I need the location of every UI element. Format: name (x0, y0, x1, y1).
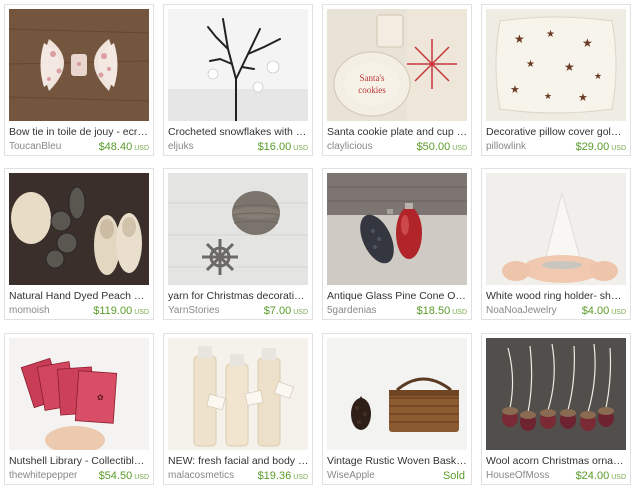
shop-name[interactable]: eljuks (168, 141, 194, 153)
listing-card[interactable]: White wood ring holder- shabby chic NoaN… (481, 168, 631, 320)
svg-text:★: ★ (514, 32, 525, 46)
svg-text:★: ★ (578, 92, 588, 104)
svg-text:★: ★ (510, 84, 520, 96)
listing-card[interactable]: Crocheted snowflakes with hanging branch… (163, 4, 313, 156)
shop-name[interactable]: pillowlink (486, 141, 526, 153)
listing-card[interactable]: NEW: fresh facial and body lotion set ma… (163, 333, 313, 485)
glass-ornaments-photo[interactable] (327, 173, 467, 285)
shop-name[interactable]: claylicious (327, 141, 373, 153)
lotion-bottles-photo[interactable] (168, 338, 308, 450)
snowflake-branch-photo[interactable] (168, 9, 308, 121)
listing-card[interactable]: Vintage Rustic Woven Basket with handle … (322, 333, 472, 485)
listing-price: $7.00 USD (263, 305, 308, 317)
shop-name[interactable]: YarnStories (168, 305, 220, 317)
listing-card[interactable]: Bow tie in toile de jouy - ecru and red … (4, 4, 154, 156)
wool-slippers-photo[interactable] (9, 173, 149, 285)
listing-card[interactable]: yarn for Christmas decorations linen Yar… (163, 168, 313, 320)
shop-name[interactable]: 5gardenias (327, 305, 376, 317)
listing-price: $19.36 USD (257, 470, 308, 482)
listing-price: $16.00 USD (257, 141, 308, 153)
listing-title[interactable]: Wool acorn Christmas ornaments set (486, 455, 627, 467)
listing-card[interactable]: ★ ★ ★ ★ ★ ★ ★ ★ ★ Decorative pillow cover gold… (481, 4, 631, 156)
svg-text:★: ★ (526, 59, 535, 70)
listing-card[interactable]: Wool acorn Christmas ornaments set House… (481, 333, 631, 485)
listing-title[interactable]: Santa cookie plate and cup set (327, 126, 468, 138)
cookie-plate-photo[interactable]: Santa's cookies (327, 9, 467, 121)
red-books-photo[interactable]: ✿ (9, 338, 149, 450)
shop-name[interactable]: momoish (9, 305, 50, 317)
shop-name[interactable]: HouseOfMoss (486, 470, 549, 482)
svg-text:★: ★ (546, 29, 555, 40)
listing-card[interactable]: ✿ Nutshell Library - Collectible red boo… (4, 333, 154, 485)
listing-price: Sold (442, 470, 465, 482)
listing-title[interactable]: Vintage Rustic Woven Basket with handle (327, 455, 468, 467)
listing-title[interactable]: Nutshell Library - Collectible red books (9, 455, 150, 467)
listing-price: $54.50 USD (98, 470, 149, 482)
svg-text:★: ★ (564, 60, 575, 74)
listing-title[interactable]: White wood ring holder- shabby chic (486, 290, 627, 302)
ring-holder-photo[interactable] (486, 173, 626, 285)
shop-name[interactable]: ToucanBleu (9, 141, 61, 153)
svg-text:✿: ✿ (97, 393, 104, 402)
listing-title[interactable]: Natural Hand Dyed Peach Wool Slippers (9, 290, 150, 302)
svg-text:★: ★ (582, 36, 593, 50)
shop-name[interactable]: WiseApple (327, 470, 375, 482)
listing-price: $48.40 USD (98, 141, 149, 153)
bow-tie-photo[interactable] (9, 9, 149, 121)
yarn-ball-photo[interactable] (168, 173, 308, 285)
svg-text:Santa's: Santa's (359, 73, 385, 83)
listing-card[interactable]: Santa's cookies Santa cookie plate and c… (322, 4, 472, 156)
woven-basket-photo[interactable] (327, 338, 467, 450)
shop-name[interactable]: malacosmetics (168, 470, 234, 482)
shop-name[interactable]: thewhitepepper (9, 470, 77, 482)
acorn-ornaments-photo[interactable] (486, 338, 626, 450)
listing-title[interactable]: Antique Glass Pine Cone Ornaments (327, 290, 468, 302)
listing-card[interactable]: Natural Hand Dyed Peach Wool Slippers mo… (4, 168, 154, 320)
listing-grid: Bow tie in toile de jouy - ecru and red … (0, 0, 640, 492)
listing-price: $4.00 USD (581, 305, 626, 317)
listing-title[interactable]: Bow tie in toile de jouy - ecru and red (9, 126, 150, 138)
listing-price: $50.00 USD (416, 141, 467, 153)
svg-text:cookies: cookies (358, 85, 386, 95)
listing-price: $119.00 USD (93, 305, 149, 317)
listing-price: $24.00 USD (575, 470, 626, 482)
shop-name[interactable]: NoaNoaJewelry (486, 305, 557, 317)
svg-text:★: ★ (594, 71, 602, 81)
listing-card[interactable]: Antique Glass Pine Cone Ornaments 5garde… (322, 168, 472, 320)
listing-title[interactable]: Decorative pillow cover gold stars (486, 126, 627, 138)
svg-text:★: ★ (544, 91, 552, 101)
listing-title[interactable]: yarn for Christmas decorations linen (168, 290, 309, 302)
listing-price: $29.00 USD (575, 141, 626, 153)
listing-price: $18.50 USD (416, 305, 467, 317)
star-pillow-photo[interactable]: ★ ★ ★ ★ ★ ★ ★ ★ ★ (486, 9, 626, 121)
listing-title[interactable]: NEW: fresh facial and body lotion set (168, 455, 309, 467)
listing-title[interactable]: Crocheted snowflakes with hanging branch (168, 126, 309, 138)
